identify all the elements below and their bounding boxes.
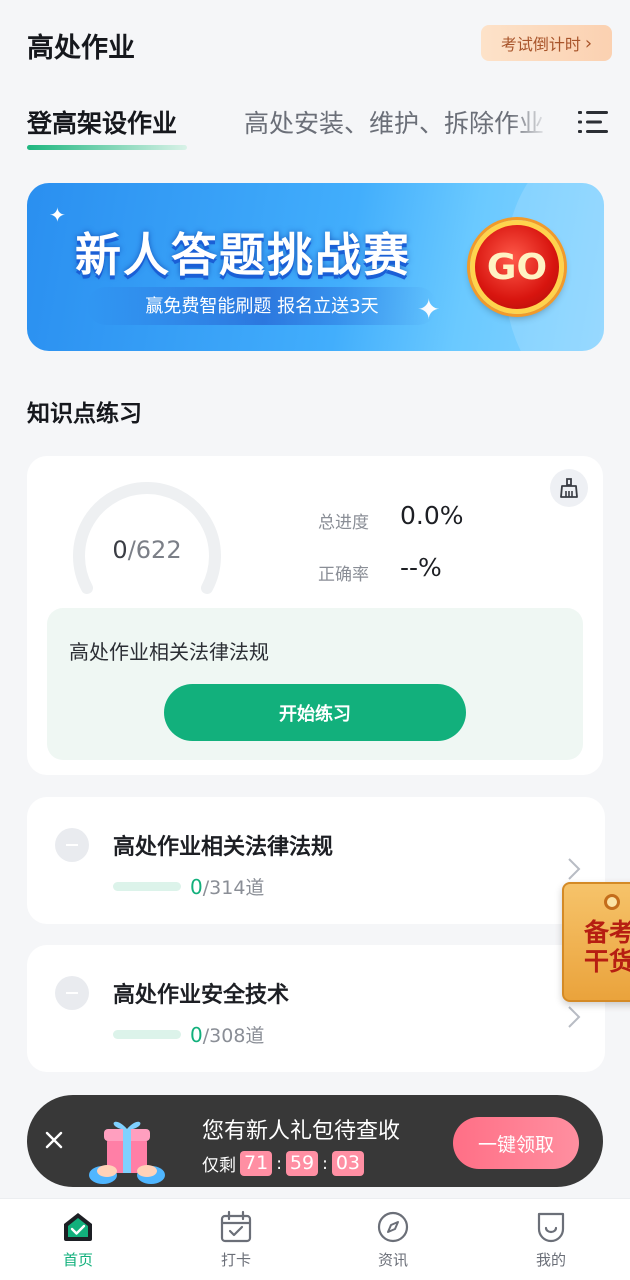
nav-item-news[interactable]: 资讯 bbox=[353, 1209, 433, 1270]
chapter-card-laws[interactable]: 高处作业相关法律法规 0/314道 bbox=[27, 797, 605, 924]
gift-box-icon bbox=[89, 1121, 165, 1184]
nav-label: 我的 bbox=[535, 1251, 566, 1269]
accuracy-label: 正确率 bbox=[318, 565, 369, 585]
banner-subtitle: 赢免费智能刷题 报名立送3天 bbox=[145, 296, 379, 317]
tab-installation-maintenance[interactable]: 高处安装、维护、拆除作业 bbox=[244, 104, 550, 140]
chapter-progress-bar bbox=[113, 1030, 181, 1039]
gift-countdown: 仅剩 71 : 59 : 03 bbox=[202, 1151, 365, 1176]
claim-gift-button[interactable]: 一键领取 bbox=[453, 1117, 579, 1169]
done-count: 0 bbox=[112, 536, 128, 564]
chevron-right-icon bbox=[568, 858, 581, 880]
nav-label: 首页 bbox=[62, 1251, 93, 1269]
chapter-done: 0 bbox=[190, 875, 203, 899]
exam-countdown-button[interactable]: 考试倒计时 › bbox=[481, 25, 612, 61]
banner-title: 新人答题挑战赛 bbox=[75, 228, 411, 282]
chevron-right-icon: › bbox=[584, 32, 593, 54]
category-tabs: 登高架设作业 高处安装、维护、拆除作业 bbox=[0, 96, 630, 150]
total-progress-value: 0.0% bbox=[400, 501, 464, 530]
clear-records-button[interactable] bbox=[550, 469, 588, 507]
collapse-icon[interactable] bbox=[55, 976, 89, 1010]
chapter-total: /314道 bbox=[202, 877, 265, 899]
chapter-done: 0 bbox=[190, 1023, 203, 1047]
menu-list-icon[interactable] bbox=[578, 110, 608, 134]
nav-item-profile[interactable]: 我的 bbox=[511, 1209, 591, 1270]
nav-item-home[interactable]: 首页 bbox=[38, 1209, 118, 1270]
time-separator: : bbox=[276, 1153, 282, 1174]
chapter-total: /308道 bbox=[202, 1025, 265, 1047]
tag-ring-icon bbox=[604, 894, 620, 910]
seconds-box: 03 bbox=[331, 1151, 365, 1176]
close-icon[interactable] bbox=[43, 1129, 65, 1151]
start-practice-button[interactable]: 开始练习 bbox=[164, 684, 466, 741]
study-materials-label: 备考干货 bbox=[584, 918, 630, 976]
total-progress-label: 总进度 bbox=[318, 513, 369, 533]
chapter-count: 0/314道 bbox=[190, 873, 264, 900]
tab-label: 登高架设作业 bbox=[27, 109, 178, 138]
exam-countdown-label: 考试倒计时 bbox=[500, 35, 581, 54]
newcomer-gift-bar: 您有新人礼包待查收 仅剩 71 : 59 : 03 一键领取 bbox=[27, 1095, 603, 1187]
go-button[interactable]: GO bbox=[470, 220, 564, 314]
total-count: /622 bbox=[127, 536, 182, 564]
collapse-icon[interactable] bbox=[55, 828, 89, 862]
home-icon bbox=[64, 1213, 92, 1241]
gauge-count: 0/622 bbox=[67, 536, 227, 564]
bottom-nav: 首页 打卡 资讯 我的 bbox=[0, 1198, 630, 1280]
progress-card: 0/622 总进度 0.0% 正确率 --% 高处作业相关法律法规 开始练习 bbox=[27, 456, 603, 775]
nav-label: 资讯 bbox=[377, 1251, 408, 1269]
chapter-card-safety[interactable]: 高处作业安全技术 0/308道 bbox=[27, 945, 605, 1072]
minutes-box: 59 bbox=[285, 1151, 319, 1176]
current-chapter-box: 高处作业相关法律法规 开始练习 bbox=[47, 608, 583, 760]
chevron-right-icon bbox=[568, 1006, 581, 1028]
accuracy-value: --% bbox=[400, 553, 442, 582]
profile-icon bbox=[537, 1212, 565, 1243]
chapter-progress-bar bbox=[113, 882, 181, 891]
study-materials-tag[interactable]: 备考干货 bbox=[562, 882, 630, 1002]
sparkle-icon: ✦ bbox=[49, 203, 66, 227]
header: 高处作业 考试倒计时 › bbox=[0, 0, 630, 90]
calendar-check-icon bbox=[220, 1210, 252, 1243]
remaining-label: 仅剩 bbox=[202, 1156, 236, 1176]
nav-item-checkin[interactable]: 打卡 bbox=[196, 1209, 276, 1270]
chapter-title: 高处作业相关法律法规 bbox=[113, 835, 334, 860]
tab-climbing-scaffold[interactable]: 登高架设作业 bbox=[27, 104, 187, 150]
time-separator: : bbox=[322, 1153, 328, 1174]
active-tab-underline bbox=[27, 145, 187, 150]
nav-label: 打卡 bbox=[220, 1251, 251, 1269]
tab-label: 高处安装、维护、拆除作业 bbox=[244, 109, 545, 138]
broom-icon bbox=[560, 478, 578, 498]
challenge-banner[interactable]: ✦ ✦ 新人答题挑战赛 赢免费智能刷题 报名立送3天 GO bbox=[27, 183, 604, 351]
current-chapter-name: 高处作业相关法律法规 bbox=[69, 640, 269, 664]
compass-icon bbox=[377, 1211, 409, 1243]
hours-box: 71 bbox=[240, 1151, 273, 1176]
chapter-count: 0/308道 bbox=[190, 1021, 264, 1048]
gift-title: 您有新人礼包待查收 bbox=[202, 1119, 401, 1144]
section-title: 知识点练习 bbox=[27, 401, 142, 427]
chapter-title: 高处作业安全技术 bbox=[113, 983, 290, 1008]
page-title: 高处作业 bbox=[27, 33, 135, 64]
